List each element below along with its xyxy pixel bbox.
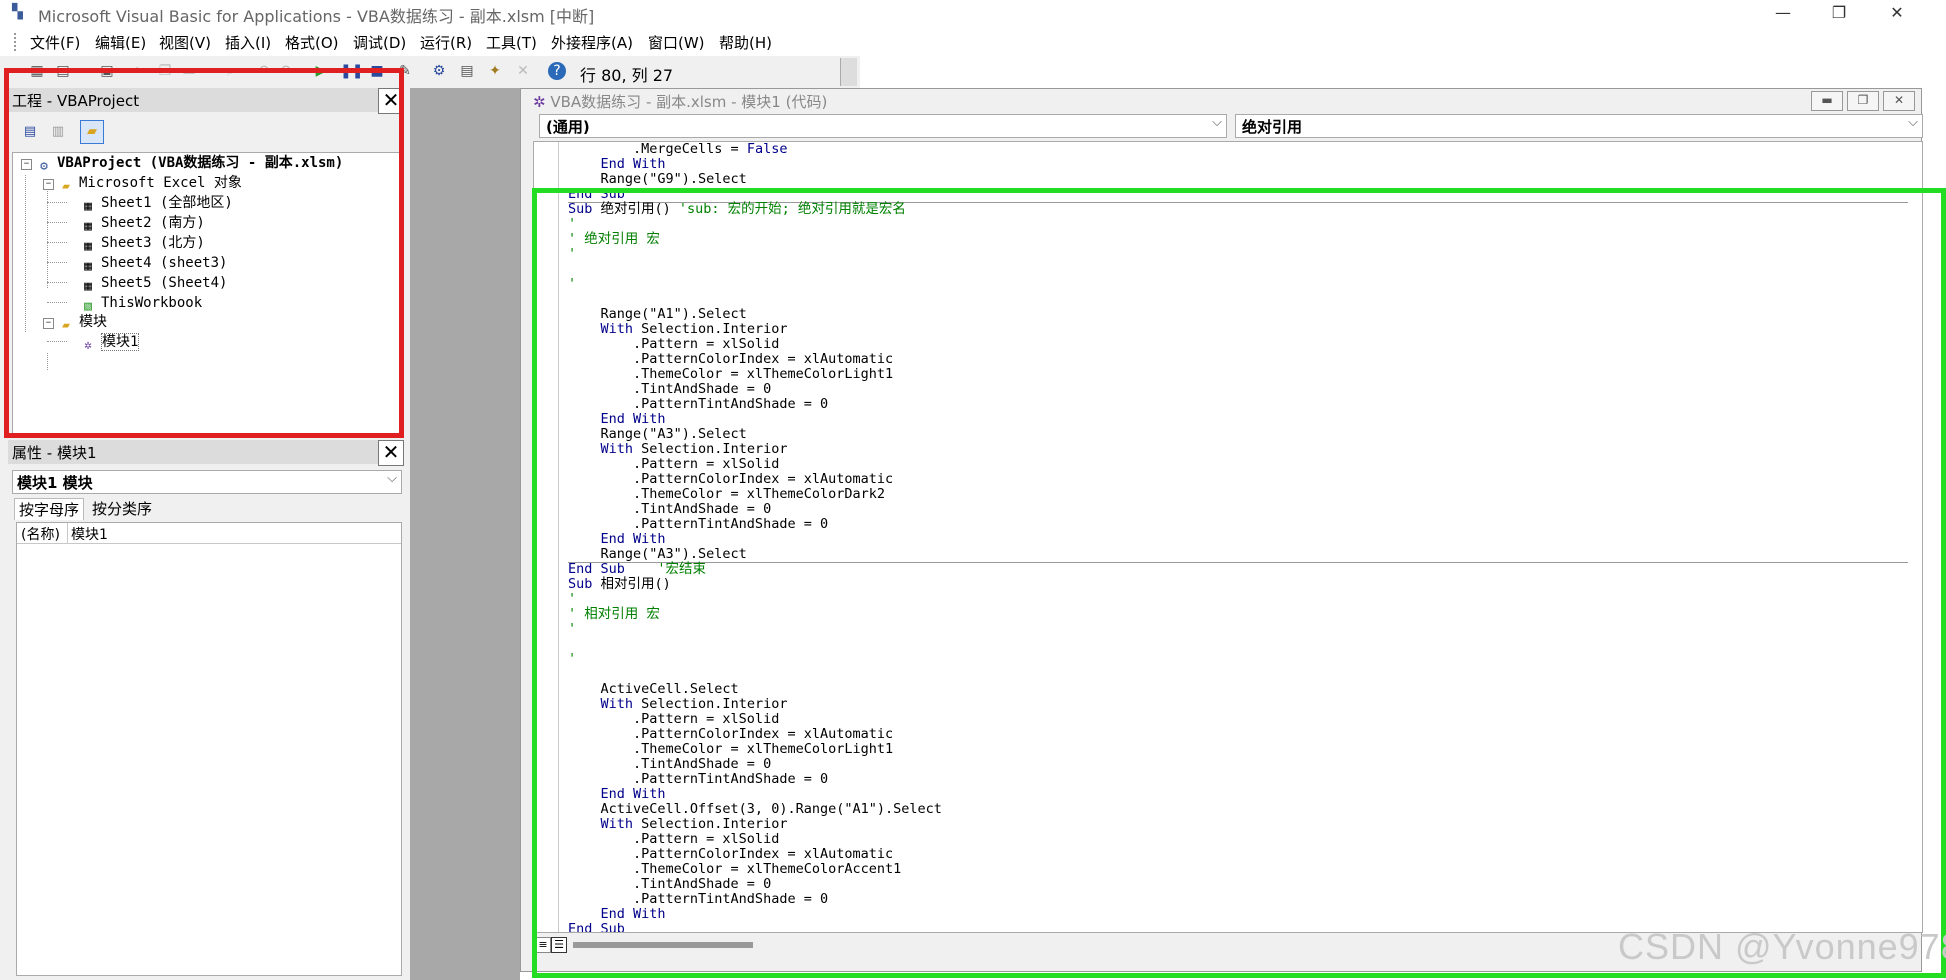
code-window-title-text: VBA数据练习 - 副本.xlsm - 模块1 (代码)	[550, 93, 828, 111]
object-combo[interactable]: (通用) ⌵	[539, 114, 1227, 138]
menu-insert[interactable]: 插入(I)	[225, 32, 271, 53]
properties-window-icon[interactable]: ▤	[458, 62, 476, 80]
properties-grid: (名称) 模块1	[16, 522, 402, 976]
object-combo-value: (通用)	[546, 118, 590, 136]
code-keyword: False	[746, 141, 788, 157]
chevron-down-icon: ⌵	[1212, 115, 1222, 130]
chevron-down-icon: ⌵	[1908, 115, 1918, 130]
chevron-down-icon: ⌵	[387, 471, 397, 486]
close-window-button[interactable]: ✕	[1874, 0, 1920, 28]
property-value[interactable]: 模块1	[71, 524, 108, 544]
code-line[interactable]: End With	[568, 157, 1908, 172]
property-row[interactable]: (名称) 模块1	[17, 523, 401, 544]
code-line[interactable]: .MergeCells = False	[568, 142, 1908, 157]
module-title-icon: ✲	[533, 93, 546, 111]
code-close-icon[interactable]: ✕	[1883, 91, 1915, 111]
code-minimize-icon[interactable]: ▬	[1811, 91, 1843, 111]
minimize-button[interactable]: —	[1760, 0, 1806, 28]
menu-window[interactable]: 窗口(W)	[648, 32, 705, 53]
menu-debug[interactable]: 调试(D)	[353, 32, 406, 53]
toolbar-options[interactable]	[840, 58, 857, 86]
window-title: Microsoft Visual Basic for Applications …	[38, 7, 595, 26]
properties-title: 属性 - 模块1	[12, 444, 97, 462]
cursor-position: 行 80, 列 27	[580, 66, 674, 85]
code-token: .MergeCells =	[568, 141, 747, 157]
properties-object-value: 模块1 模块	[17, 474, 93, 492]
code-token: Range("G9").Select	[568, 171, 747, 187]
properties-object-select[interactable]: 模块1 模块 ⌵	[12, 470, 402, 494]
code-keyword: End With	[600, 156, 666, 172]
procedure-combo-value: 绝对引用	[1242, 118, 1303, 136]
menu-grip	[14, 33, 20, 51]
menu-tools[interactable]: 工具(T)	[486, 32, 537, 53]
help-icon[interactable]: ?	[548, 62, 566, 80]
code-window-title: ✲ VBA数据练习 - 副本.xlsm - 模块1 (代码)	[533, 91, 827, 112]
code-line[interactable]: Range("G9").Select	[568, 172, 1908, 187]
menu-format[interactable]: 格式(O)	[285, 32, 339, 53]
code-maximize-icon[interactable]: ❐	[1847, 91, 1879, 111]
property-name: (名称)	[21, 527, 60, 543]
object-browser-icon[interactable]: ✦	[486, 62, 504, 80]
procedure-combo[interactable]: 绝对引用 ⌵	[1235, 114, 1923, 138]
menu-addins[interactable]: 外接程序(A)	[551, 32, 633, 53]
watermark: CSDN @Yvonne978	[1618, 926, 1946, 967]
properties-tabs: 按字母序 按分类序	[12, 496, 400, 520]
green-annotation-box	[532, 188, 1946, 978]
menu-view[interactable]: 视图(V)	[159, 32, 211, 53]
code-window-titlebar: ✲ VBA数据练习 - 副本.xlsm - 模块1 (代码) ▬ ❐ ✕	[521, 89, 1921, 111]
menu-help[interactable]: 帮助(H)	[719, 32, 772, 53]
menu-run[interactable]: 运行(R)	[420, 32, 472, 53]
menu-file[interactable]: 文件(F)	[30, 32, 80, 53]
vba-app-icon: ▚	[12, 4, 23, 20]
tab-alphabetic[interactable]: 按字母序	[14, 498, 85, 520]
restore-button[interactable]: ❐	[1816, 0, 1862, 28]
close-properties-icon[interactable]: ✕	[378, 440, 404, 466]
toolbox-icon[interactable]: ✕	[514, 62, 532, 80]
menu-edit[interactable]: 编辑(E)	[95, 32, 146, 53]
red-annotation-box	[4, 68, 404, 438]
title-bar: ▚ Microsoft Visual Basic for Application…	[0, 0, 1946, 28]
properties-header: 属性 - 模块1 ✕	[8, 440, 404, 466]
menu-bar: 文件(F) 编辑(E) 视图(V) 插入(I) 格式(O) 调试(D) 运行(R…	[0, 28, 1920, 56]
tab-categorized[interactable]: 按分类序	[88, 498, 156, 519]
project-explorer-icon[interactable]: ⚙	[430, 62, 448, 80]
mdi-background	[410, 88, 520, 980]
